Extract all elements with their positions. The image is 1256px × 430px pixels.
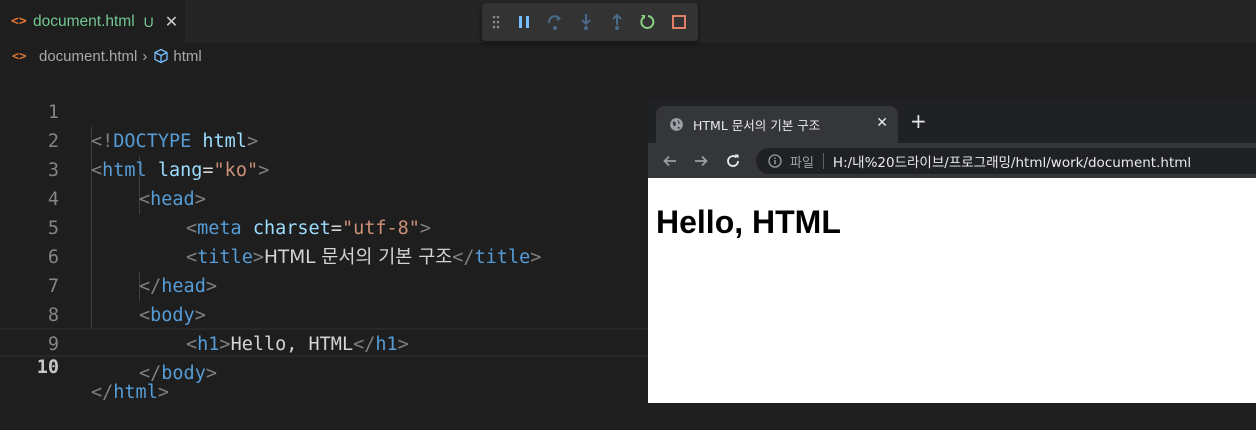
browser-toolbar: 파일 H:/내%20드라이브/프로그래밍/html/work/document.…: [648, 143, 1256, 178]
address-bar[interactable]: 파일 H:/내%20드라이브/프로그래밍/html/work/document.…: [756, 148, 1256, 174]
code-text: </html>: [91, 382, 169, 403]
drag-handle-icon[interactable]: [492, 7, 508, 37]
html-file-icon: <>: [11, 14, 27, 29]
browser-tab-close-icon[interactable]: ✕: [876, 115, 888, 131]
tab-filename: document.html: [33, 12, 135, 30]
step-over-icon[interactable]: [539, 7, 570, 37]
browser-tab-title: HTML 문서의 기본 구조: [693, 118, 821, 133]
editor-tab-bar: <> document.html U ✕: [0, 0, 1256, 43]
url-scheme-label: 파일: [790, 155, 814, 171]
globe-icon: [669, 117, 684, 132]
browser-tab[interactable]: HTML 문서의 기본 구조 ✕: [656, 106, 898, 143]
step-out-icon[interactable]: [601, 7, 632, 37]
browser-window: HTML 문서의 기본 구조 ✕ + 파일 H:/내%20드라이브/프로그래밍/…: [648, 98, 1256, 403]
breadcrumb: <> document.html › html: [0, 43, 1256, 69]
browser-tab-strip: HTML 문서의 기본 구조 ✕ +: [648, 98, 1256, 143]
step-into-icon[interactable]: [570, 7, 601, 37]
info-icon[interactable]: [768, 154, 782, 168]
line-number-active: 10: [36, 357, 59, 378]
restart-icon[interactable]: [632, 7, 663, 37]
page-heading: Hello, HTML: [656, 204, 841, 240]
symbol-cube-icon: [153, 48, 169, 64]
breadcrumb-symbol[interactable]: html: [173, 48, 201, 65]
pause-icon[interactable]: [508, 7, 539, 37]
address-divider: [822, 153, 824, 169]
breadcrumb-separator: ›: [142, 47, 148, 65]
stop-icon[interactable]: [663, 7, 694, 37]
html-file-icon: <>: [12, 49, 27, 63]
editor-tab-document-html[interactable]: <> document.html U ✕: [0, 0, 185, 43]
back-arrow-icon[interactable]: [655, 143, 685, 178]
browser-page-content: Hello, HTML: [648, 178, 1256, 403]
code-line: 1 <!DOCTYPE html>: [0, 69, 1256, 152]
new-tab-plus-icon[interactable]: +: [910, 111, 927, 131]
debug-toolbar: [482, 3, 698, 41]
reload-icon[interactable]: [718, 143, 748, 178]
url-text[interactable]: H:/내%20드라이브/프로그래밍/html/work/document.htm…: [833, 151, 1191, 171]
forward-arrow-icon[interactable]: [686, 143, 716, 178]
breadcrumb-file[interactable]: document.html: [39, 48, 137, 65]
tab-close-icon[interactable]: ✕: [165, 12, 178, 31]
untracked-badge: U: [143, 13, 154, 30]
